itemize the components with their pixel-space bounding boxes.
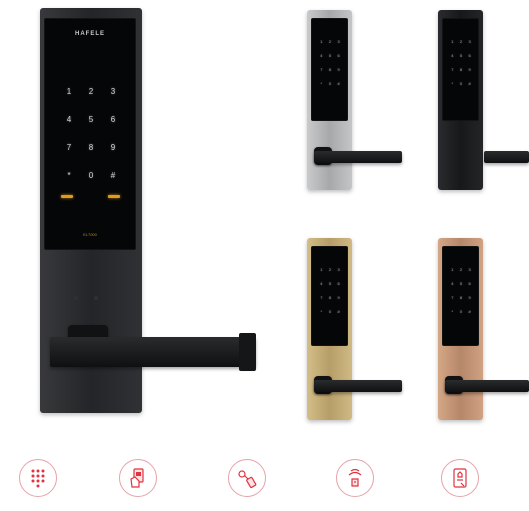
keypad: 1 2 3 4 5 6 7 8 9 * 0 # bbox=[58, 88, 124, 180]
keypad-key: 6 bbox=[337, 281, 340, 286]
lever-handle bbox=[314, 380, 402, 392]
keypad-key: * bbox=[451, 309, 454, 314]
keypad: 1 2 3 4 5 6 7 8 9 * 0 # bbox=[317, 40, 343, 86]
keypad-key: 1 bbox=[320, 39, 323, 44]
keypad-key: 0 bbox=[88, 171, 94, 180]
keypad-key: 5 bbox=[328, 53, 332, 58]
keypad-key: # bbox=[337, 309, 340, 314]
keypad-key: 6 bbox=[110, 115, 116, 124]
card-icon bbox=[119, 459, 157, 497]
keypad-key: 8 bbox=[459, 295, 463, 300]
main-lock: HAFELE 1 2 3 4 5 6 7 8 9 * 0 # EL7000 bbox=[38, 8, 268, 428]
sensor-right bbox=[94, 296, 98, 300]
keypad-key: 1 bbox=[451, 39, 454, 44]
lever-handle bbox=[50, 337, 256, 367]
keypad-icon bbox=[19, 459, 57, 497]
keypad-key: 3 bbox=[468, 267, 471, 272]
keypad-key: 0 bbox=[328, 309, 332, 314]
keypad-key: # bbox=[468, 81, 471, 86]
keypad-screen: 1 2 3 4 5 6 7 8 9 * 0 # bbox=[442, 18, 479, 121]
keypad-key: 7 bbox=[320, 295, 323, 300]
lock-variant-silver: 1 2 3 4 5 6 7 8 9 * 0 # bbox=[296, 10, 406, 190]
lever-handle bbox=[445, 380, 529, 392]
keypad-key: 3 bbox=[110, 87, 116, 96]
lever-handle bbox=[484, 151, 529, 163]
keypad-key: 4 bbox=[451, 281, 454, 286]
keypad-key: 1 bbox=[66, 87, 72, 96]
keypad-key: # bbox=[337, 81, 340, 86]
keypad-key: 9 bbox=[110, 143, 116, 152]
keypad-key: 5 bbox=[459, 53, 463, 58]
keypad-key: 2 bbox=[88, 87, 94, 96]
keypad-key: 7 bbox=[320, 67, 323, 72]
model-label: EL7000 bbox=[83, 232, 97, 237]
keypad: 1 2 3 4 5 6 7 8 9 * 0 # bbox=[448, 40, 474, 86]
keypad-key: 0 bbox=[328, 81, 332, 86]
keypad-key: 1 bbox=[451, 267, 454, 272]
keypad-key: 4 bbox=[451, 53, 454, 58]
keypad-key: 0 bbox=[459, 81, 463, 86]
keypad-key: 7 bbox=[66, 143, 72, 152]
mobile-app-icon bbox=[441, 459, 479, 497]
keypad-key: 3 bbox=[337, 39, 340, 44]
lever-handle bbox=[314, 151, 402, 163]
keypad-key: 9 bbox=[337, 295, 340, 300]
keypad-key: 9 bbox=[468, 295, 471, 300]
keypad-key: 7 bbox=[451, 67, 454, 72]
keypad-key: 6 bbox=[468, 53, 471, 58]
keypad-key: 2 bbox=[459, 267, 463, 272]
lock-variant-rose-gold: 1 2 3 4 5 6 7 8 9 * 0 # bbox=[424, 238, 529, 420]
keypad-key: * bbox=[320, 81, 323, 86]
keypad-key: 7 bbox=[451, 295, 454, 300]
brand-logo: HAFELE bbox=[75, 31, 105, 37]
lever-tip bbox=[239, 333, 256, 371]
keypad-screen: 1 2 3 4 5 6 7 8 9 * 0 # bbox=[311, 246, 348, 346]
keypad-key: 3 bbox=[337, 267, 340, 272]
keypad-key: 5 bbox=[328, 281, 332, 286]
keypad-key: 2 bbox=[459, 39, 463, 44]
keypad: 1 2 3 4 5 6 7 8 9 * 0 # bbox=[317, 268, 343, 314]
fingerprint-icon bbox=[336, 459, 374, 497]
keypad-key: * bbox=[320, 309, 323, 314]
keypad-key: 5 bbox=[459, 281, 463, 286]
keypad-key: 9 bbox=[337, 67, 340, 72]
keypad-key: 4 bbox=[66, 115, 72, 124]
keypad-screen: HAFELE 1 2 3 4 5 6 7 8 9 * 0 # EL7000 bbox=[44, 18, 136, 250]
keypad-key: 8 bbox=[328, 295, 332, 300]
keypad-key: 0 bbox=[459, 309, 463, 314]
sensor-left bbox=[74, 296, 78, 300]
keypad-key: 8 bbox=[459, 67, 463, 72]
keypad-key: * bbox=[67, 171, 71, 180]
keypad-screen: 1 2 3 4 5 6 7 8 9 * 0 # bbox=[311, 18, 348, 121]
keypad-key: # bbox=[110, 171, 116, 180]
keypad-key: 4 bbox=[320, 281, 323, 286]
keypad-key: # bbox=[468, 309, 471, 314]
keypad-key: 2 bbox=[328, 267, 332, 272]
lock-variant-black: 1 2 3 4 5 6 7 8 9 * 0 # bbox=[424, 10, 529, 190]
key-icon bbox=[228, 459, 266, 497]
keypad-key: 1 bbox=[320, 267, 323, 272]
keypad-key: 8 bbox=[88, 143, 94, 152]
keypad-key: 4 bbox=[320, 53, 323, 58]
keypad-screen: 1 2 3 4 5 6 7 8 9 * 0 # bbox=[442, 246, 479, 346]
keypad-key: 9 bbox=[468, 67, 471, 72]
lock-variant-gold: 1 2 3 4 5 6 7 8 9 * 0 # bbox=[296, 238, 406, 420]
keypad: 1 2 3 4 5 6 7 8 9 * 0 # bbox=[448, 268, 474, 314]
keypad-key: 2 bbox=[328, 39, 332, 44]
keypad-key: 8 bbox=[328, 67, 332, 72]
function-key-right bbox=[108, 195, 120, 198]
keypad-key: 6 bbox=[337, 53, 340, 58]
keypad-key: * bbox=[451, 81, 454, 86]
keypad-key: 5 bbox=[88, 115, 94, 124]
function-key-left bbox=[61, 195, 73, 198]
keypad-key: 3 bbox=[468, 39, 471, 44]
keypad-key: 6 bbox=[468, 281, 471, 286]
